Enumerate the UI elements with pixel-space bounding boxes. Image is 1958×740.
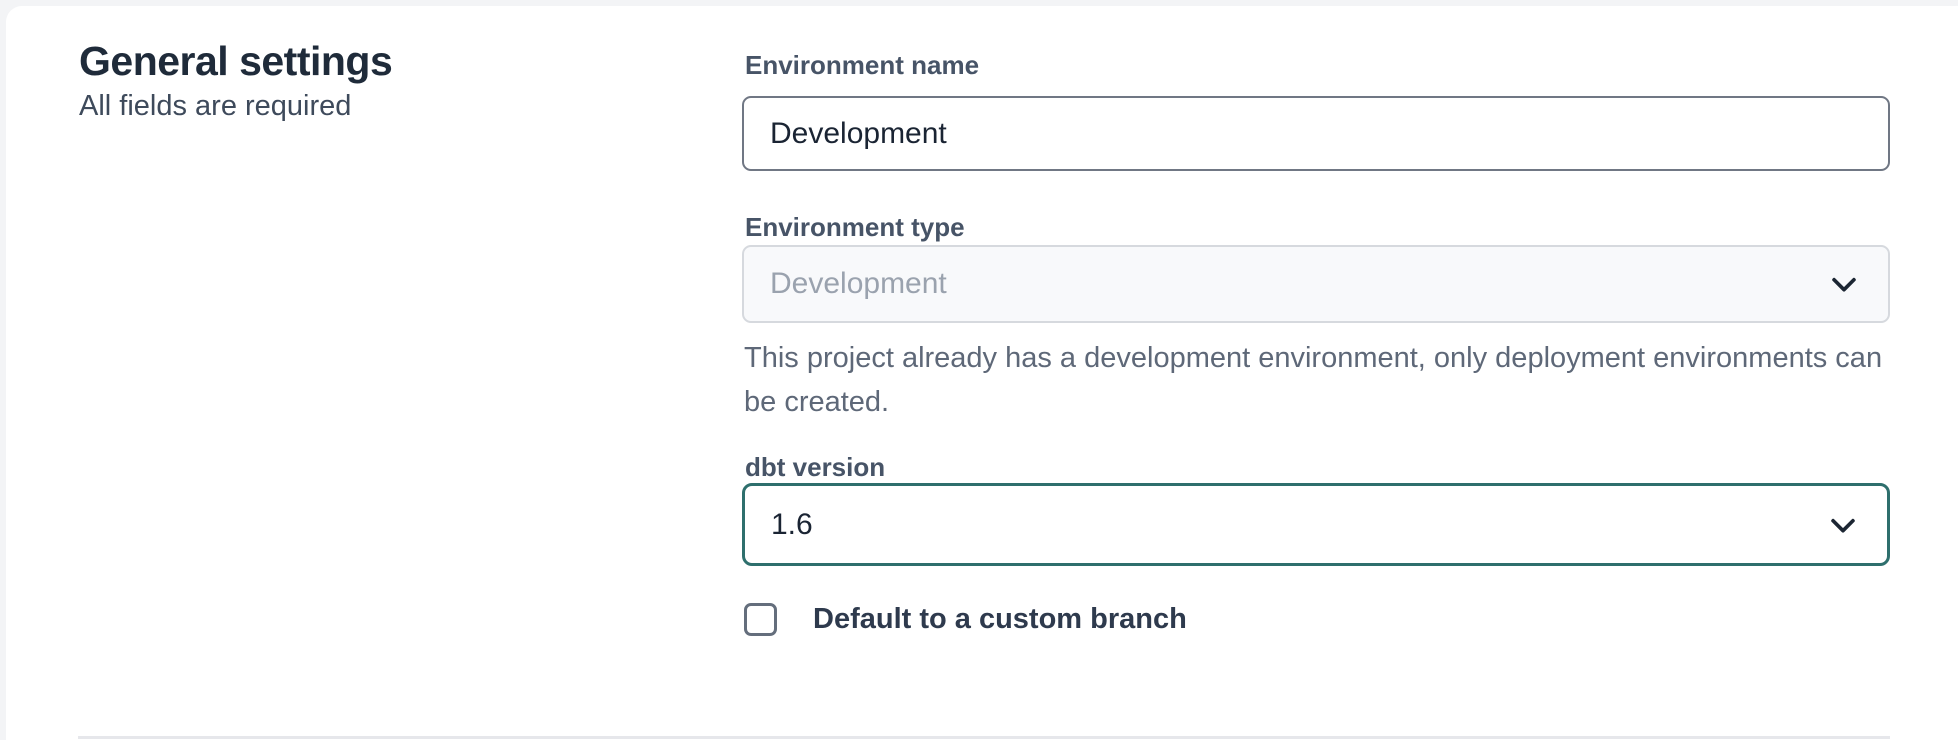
environment-type-label: Environment type: [745, 212, 965, 243]
environment-type-help-text: This project already has a development e…: [744, 336, 1890, 424]
custom-branch-label: Default to a custom branch: [813, 603, 1187, 636]
chevron-down-icon: [1825, 507, 1861, 543]
dbt-version-value: 1.6: [771, 508, 813, 542]
page-title: General settings: [79, 38, 392, 85]
dbt-version-label: dbt version: [745, 452, 885, 483]
environment-name-label: Environment name: [745, 50, 979, 81]
general-settings-card: General settings All fields are required…: [6, 6, 1958, 740]
custom-branch-checkbox-row[interactable]: Default to a custom branch: [744, 603, 1187, 636]
custom-branch-checkbox[interactable]: [744, 603, 777, 636]
dbt-version-select[interactable]: 1.6: [742, 483, 1890, 566]
environment-name-input[interactable]: [742, 96, 1890, 171]
section-divider: [78, 736, 1890, 739]
environment-type-select: Development: [742, 245, 1890, 323]
environment-type-value: Development: [770, 267, 947, 301]
chevron-down-icon: [1826, 266, 1862, 302]
page-subtitle: All fields are required: [79, 90, 351, 123]
